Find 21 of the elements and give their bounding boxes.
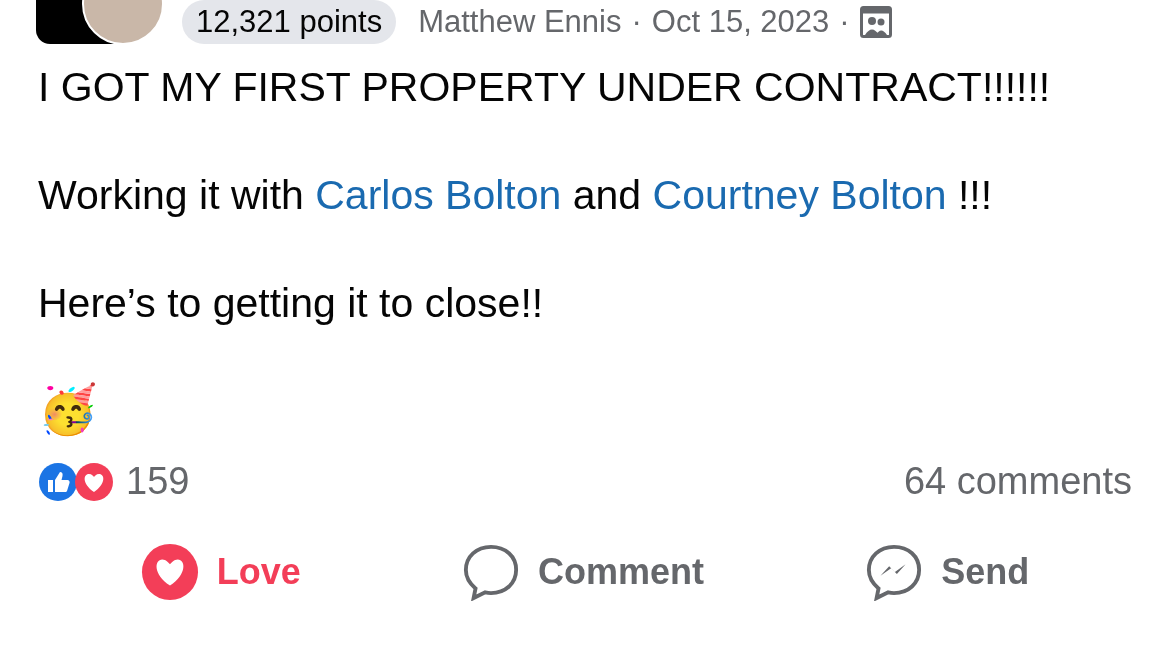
comments-count[interactable]: 64 comments [903,460,1132,503]
points-badge: 12,321 points [182,0,397,44]
separator-dot: · [631,4,642,40]
mention-link[interactable]: Carlos Bolton [315,172,562,218]
reaction-count[interactable]: 159 [126,460,190,503]
post-text: Here’s to getting it to close!! [38,282,545,324]
post-text: I GOT MY FIRST PROPERTY UNDER CONTRACT!!!!!! [38,66,1052,108]
comment-icon [462,543,520,601]
love-button[interactable]: Love [140,543,301,601]
group-audience-icon [859,6,892,38]
like-reaction-icon [38,461,78,502]
messenger-icon [865,543,924,601]
love-reaction-icon [74,461,114,502]
separator-dot: · [839,4,850,40]
send-button[interactable]: Send [865,543,1030,601]
post-text: Working it with Carlos Bolton and Courtney Bolton !!! [38,174,994,216]
post-date: Oct 15, 2023 [651,4,830,40]
comment-button[interactable]: Comment [462,543,704,601]
party-emoji: 🥳 [38,382,98,438]
author-name[interactable]: Matthew Ennis [418,4,622,40]
mention-link[interactable]: Courtney Bolton [652,172,947,218]
